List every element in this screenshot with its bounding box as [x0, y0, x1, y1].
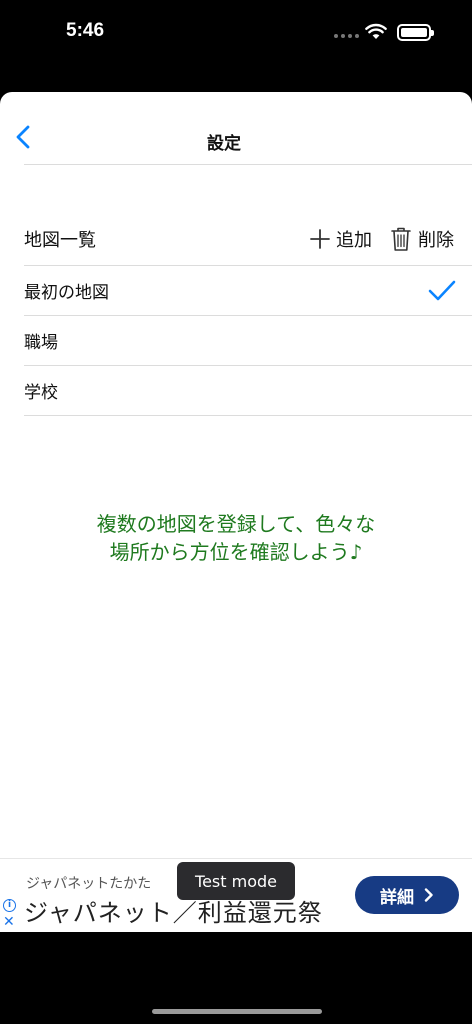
map-list: 地図一覧 追加 削除 最初の地図 職場 学校 [24, 212, 472, 416]
plus-icon [310, 229, 330, 249]
list-item-map-2[interactable]: 学校 [24, 366, 472, 416]
ad-details-label: 詳細 [380, 887, 414, 908]
map-list-header: 地図一覧 追加 削除 [24, 212, 472, 266]
ad-close-icon[interactable]: ✕ [3, 915, 15, 929]
list-item-label: 学校 [24, 383, 58, 403]
delete-map-button[interactable]: 削除 [390, 226, 454, 252]
ad-advertiser: ジャパネットたかた [26, 876, 152, 892]
list-item-map-1[interactable]: 職場 [24, 316, 472, 366]
chevron-right-icon [424, 888, 433, 902]
delete-map-label: 削除 [418, 230, 454, 251]
ad-info-icon[interactable]: i [3, 899, 16, 912]
settings-sheet: 設定 地図一覧 追加 削除 最初の地図 職場 学校 複数の地図を登録して、色々な… [0, 92, 472, 932]
add-map-button[interactable]: 追加 [310, 226, 372, 252]
home-indicator[interactable] [152, 1009, 322, 1014]
ad-details-button[interactable]: 詳細 [355, 876, 459, 914]
battery-icon [397, 24, 434, 41]
promo-message: 複数の地図を登録して、色々な 場所から方位を確認しよう♪ [0, 510, 472, 566]
add-map-label: 追加 [336, 230, 372, 251]
list-item-label: 最初の地図 [24, 283, 109, 303]
checkmark-icon [428, 280, 456, 301]
list-item-label: 職場 [24, 333, 58, 353]
promo-line-2: 場所から方位を確認しよう♪ [109, 540, 363, 564]
cellular-signal-icon [334, 34, 359, 38]
header-actions: 追加 削除 [310, 212, 454, 266]
map-list-title: 地図一覧 [24, 229, 96, 251]
status-bar: 5:46 [0, 0, 472, 64]
page-title: 設定 [207, 134, 241, 154]
trash-icon [391, 227, 411, 251]
test-mode-badge: Test mode [177, 862, 295, 900]
navigation-bar: 設定 [16, 92, 472, 165]
screen: 5:46 設定 地図一覧 追加 削除 最初の地図 職場 学校 複数の地図を登録し… [0, 0, 472, 1024]
wifi-icon [365, 23, 387, 39]
status-time: 5:46 [66, 20, 105, 41]
promo-line-1: 複数の地図を登録して、色々な [96, 512, 376, 536]
list-item-map-0[interactable]: 最初の地図 [24, 266, 472, 316]
